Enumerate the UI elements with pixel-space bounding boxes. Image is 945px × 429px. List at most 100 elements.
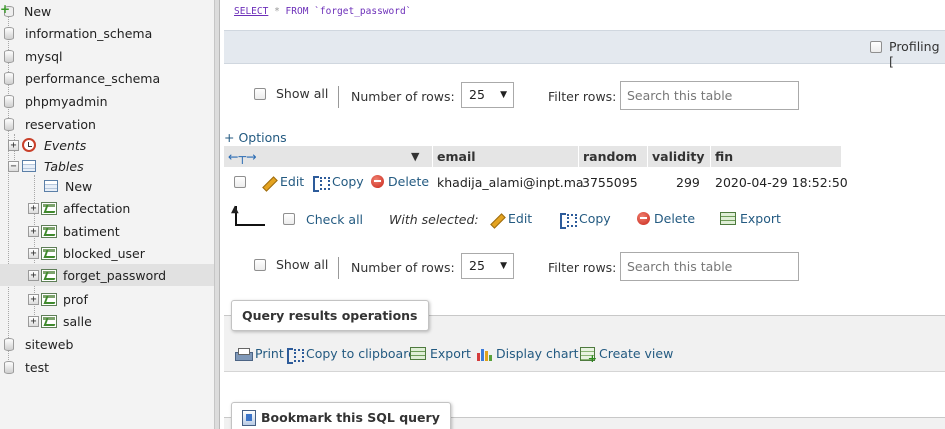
table-label: forget_password bbox=[63, 267, 167, 283]
table-label: prof bbox=[63, 291, 88, 307]
check-all-label[interactable]: Check all bbox=[306, 212, 363, 227]
tree-db-test[interactable]: test bbox=[4, 356, 49, 378]
dropdown-arrow-icon: ▼ bbox=[500, 90, 507, 100]
column-header-email[interactable]: email bbox=[433, 146, 578, 167]
show-all-label[interactable]: Show all bbox=[276, 257, 328, 272]
profiling-bar: Profiling [ bbox=[224, 30, 945, 69]
database-icon bbox=[4, 360, 14, 374]
row-edit-button[interactable]: Edit bbox=[260, 174, 304, 189]
sql-star: * bbox=[274, 6, 280, 17]
main-content: SELECT * FROM `forget_password` Profilin… bbox=[220, 0, 945, 429]
column-label: fin bbox=[715, 149, 734, 164]
tree-table-forget-password[interactable]: + forget_password bbox=[0, 264, 214, 286]
export-label: Export bbox=[430, 346, 471, 361]
create-view-button[interactable]: Create view bbox=[580, 346, 673, 365]
print-button[interactable]: Print bbox=[235, 346, 284, 361]
export-label: Export bbox=[740, 211, 781, 226]
tree-db-siteweb[interactable]: siteweb bbox=[4, 333, 73, 355]
expand-icon[interactable]: + bbox=[8, 139, 19, 151]
bulk-export-button[interactable]: Export bbox=[720, 211, 781, 226]
table-icon bbox=[41, 314, 57, 328]
tree-db-reservation[interactable]: reservation bbox=[4, 113, 96, 135]
table-icon bbox=[41, 201, 57, 215]
rows-per-page-select-bottom[interactable]: 25 ▼ bbox=[461, 253, 514, 279]
pencil-icon bbox=[488, 212, 504, 226]
copy-label: Copy bbox=[332, 174, 364, 189]
show-all-checkbox[interactable] bbox=[254, 88, 266, 100]
table-label: salle bbox=[63, 313, 92, 329]
expand-icon[interactable]: + bbox=[28, 315, 39, 327]
print-icon bbox=[235, 347, 253, 361]
rows-per-page-select[interactable]: 25 ▼ bbox=[461, 82, 514, 108]
column-arrows-icon[interactable]: ←┬→ bbox=[228, 146, 256, 167]
events-label: Events bbox=[44, 137, 87, 153]
tree-db-mysql[interactable]: mysql bbox=[4, 45, 63, 67]
bulk-delete-button[interactable]: Delete bbox=[637, 211, 695, 226]
tree-table-blocked-user[interactable]: + blocked_user bbox=[28, 242, 145, 264]
tree-events[interactable]: + Events bbox=[8, 134, 86, 156]
tree-new-table[interactable]: New bbox=[44, 175, 92, 197]
tree-table-prof[interactable]: + prof bbox=[28, 288, 88, 310]
table-label: batiment bbox=[63, 223, 120, 239]
filter-rows-input[interactable]: Search this table bbox=[620, 81, 799, 110]
tree-db-phpmyadmin[interactable]: phpmyadmin bbox=[4, 90, 108, 112]
delete-label: Delete bbox=[654, 211, 696, 226]
cell-random[interactable]: 3755095 bbox=[582, 175, 638, 190]
tree-new-database[interactable]: + New bbox=[0, 0, 51, 22]
copy-to-clipboard-button[interactable]: Copy to clipboard bbox=[286, 346, 416, 364]
collapse-icon[interactable]: − bbox=[8, 160, 19, 172]
tree-tables[interactable]: − Tables bbox=[8, 155, 84, 177]
cell-email[interactable]: khadija_alami@inpt.ma bbox=[437, 175, 584, 190]
expand-icon[interactable]: + bbox=[28, 247, 39, 259]
tree-table-salle[interactable]: + salle bbox=[28, 310, 92, 332]
row-delete-button[interactable]: Delete bbox=[371, 174, 429, 189]
tree-db-information-schema[interactable]: information_schema bbox=[4, 22, 152, 44]
column-header-random[interactable]: random bbox=[579, 146, 647, 167]
database-icon bbox=[4, 49, 14, 63]
bookmark-title: Bookmark this SQL query bbox=[231, 402, 451, 429]
tree-db-performance-schema[interactable]: performance_schema bbox=[4, 67, 160, 89]
check-all-checkbox[interactable] bbox=[283, 213, 295, 225]
cell-fin[interactable]: 2020-04-29 18:52:50 bbox=[715, 175, 848, 190]
column-header-fin[interactable]: fin bbox=[711, 146, 841, 167]
expand-icon[interactable]: + bbox=[28, 202, 39, 214]
table-label: blocked_user bbox=[63, 245, 145, 261]
pencil-icon bbox=[260, 175, 276, 189]
table-icon bbox=[41, 268, 57, 282]
bulk-copy-button[interactable]: Copy bbox=[559, 211, 611, 229]
delete-icon bbox=[637, 212, 650, 225]
database-icon bbox=[4, 337, 14, 351]
rows-label: Number of rows: bbox=[351, 89, 455, 104]
expand-icon[interactable]: + bbox=[28, 269, 39, 281]
sort-desc-icon[interactable]: ▼ bbox=[411, 146, 419, 167]
db-label: performance_schema bbox=[25, 70, 161, 86]
profiling-checkbox[interactable] bbox=[870, 41, 882, 53]
row-checkbox[interactable] bbox=[234, 176, 246, 188]
chart-icon bbox=[476, 346, 492, 361]
bulk-edit-button[interactable]: Edit bbox=[488, 211, 532, 226]
section-title: Query results operations bbox=[242, 308, 418, 323]
filter-rows-input-bottom[interactable]: Search this table bbox=[620, 252, 799, 281]
cell-validity[interactable]: 299 bbox=[676, 175, 700, 190]
row-copy-button[interactable]: Copy bbox=[312, 174, 364, 192]
column-header-validity[interactable]: validity bbox=[648, 146, 710, 167]
export-icon bbox=[410, 347, 426, 360]
tree-table-batiment[interactable]: + batiment bbox=[28, 220, 120, 242]
sql-keyword-select[interactable]: SELECT bbox=[234, 6, 268, 17]
tree-table-affectation[interactable]: + affectation bbox=[28, 197, 130, 219]
display-chart-button[interactable]: Display chart bbox=[476, 346, 579, 361]
expand-icon[interactable]: + bbox=[28, 293, 39, 305]
options-link[interactable]: + Options bbox=[224, 130, 287, 145]
show-all-label[interactable]: Show all bbox=[276, 86, 328, 101]
column-label: validity bbox=[652, 149, 705, 164]
db-label: phpmyadmin bbox=[25, 93, 108, 109]
show-all-checkbox-bottom[interactable] bbox=[254, 259, 266, 271]
expand-icon[interactable]: + bbox=[28, 225, 39, 237]
export-icon bbox=[720, 212, 736, 225]
tables-label: Tables bbox=[44, 158, 84, 174]
rows-value: 25 bbox=[469, 258, 485, 273]
export-button[interactable]: Export bbox=[410, 346, 471, 361]
database-icon bbox=[4, 94, 14, 108]
db-label: mysql bbox=[25, 48, 63, 64]
column-label: random bbox=[583, 149, 638, 164]
